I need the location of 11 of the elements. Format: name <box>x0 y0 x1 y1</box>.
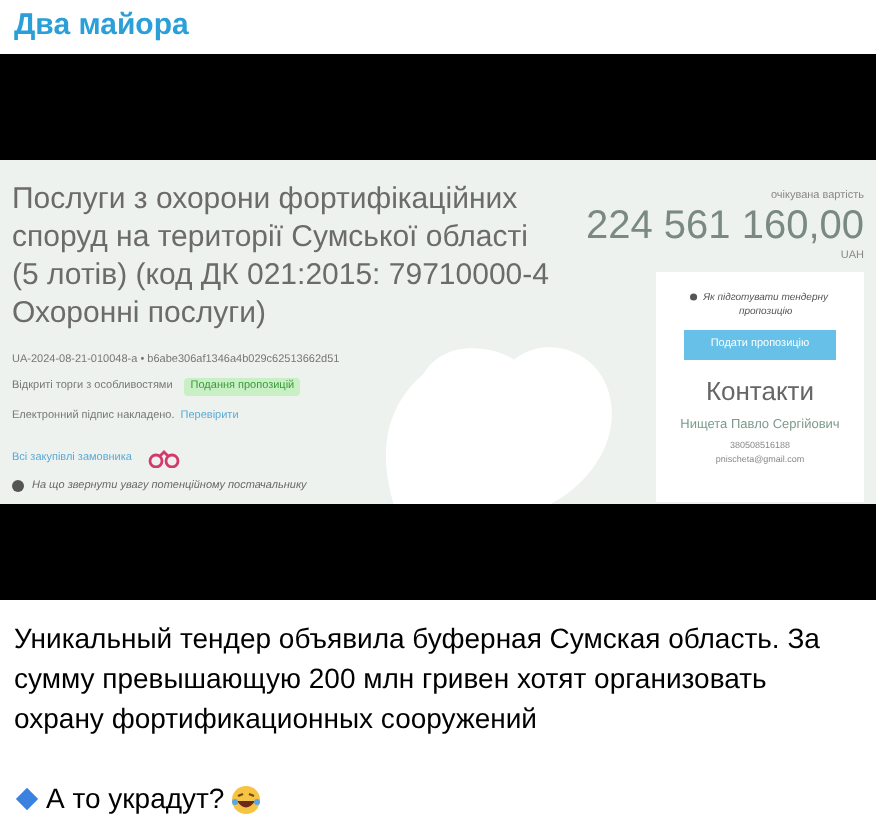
help-icon <box>12 479 24 492</box>
channel-name[interactable]: Два майора <box>14 4 189 50</box>
contacts-title: Контакти <box>705 373 815 409</box>
help-icon <box>690 291 698 301</box>
binoculars-icon[interactable] <box>147 449 180 468</box>
laughing-face-icon <box>230 783 263 815</box>
tender-value: 224 561 160,00 <box>585 204 864 249</box>
tender-title: Послуги з охорони фортифікаційних споруд на території Сумської області (5 лотів) (код ДК 021:2015: 79710000-4 Охоронні послуги) <box>12 180 551 332</box>
post-footer: А то украдут? <box>46 778 225 820</box>
post-text: Уникальный тендер объявила буферная Сумская область. За сумму превышающую 200 млн гривен хотят организовать охрану фортификационных сооружений <box>14 620 822 738</box>
diamond-icon <box>14 786 40 812</box>
